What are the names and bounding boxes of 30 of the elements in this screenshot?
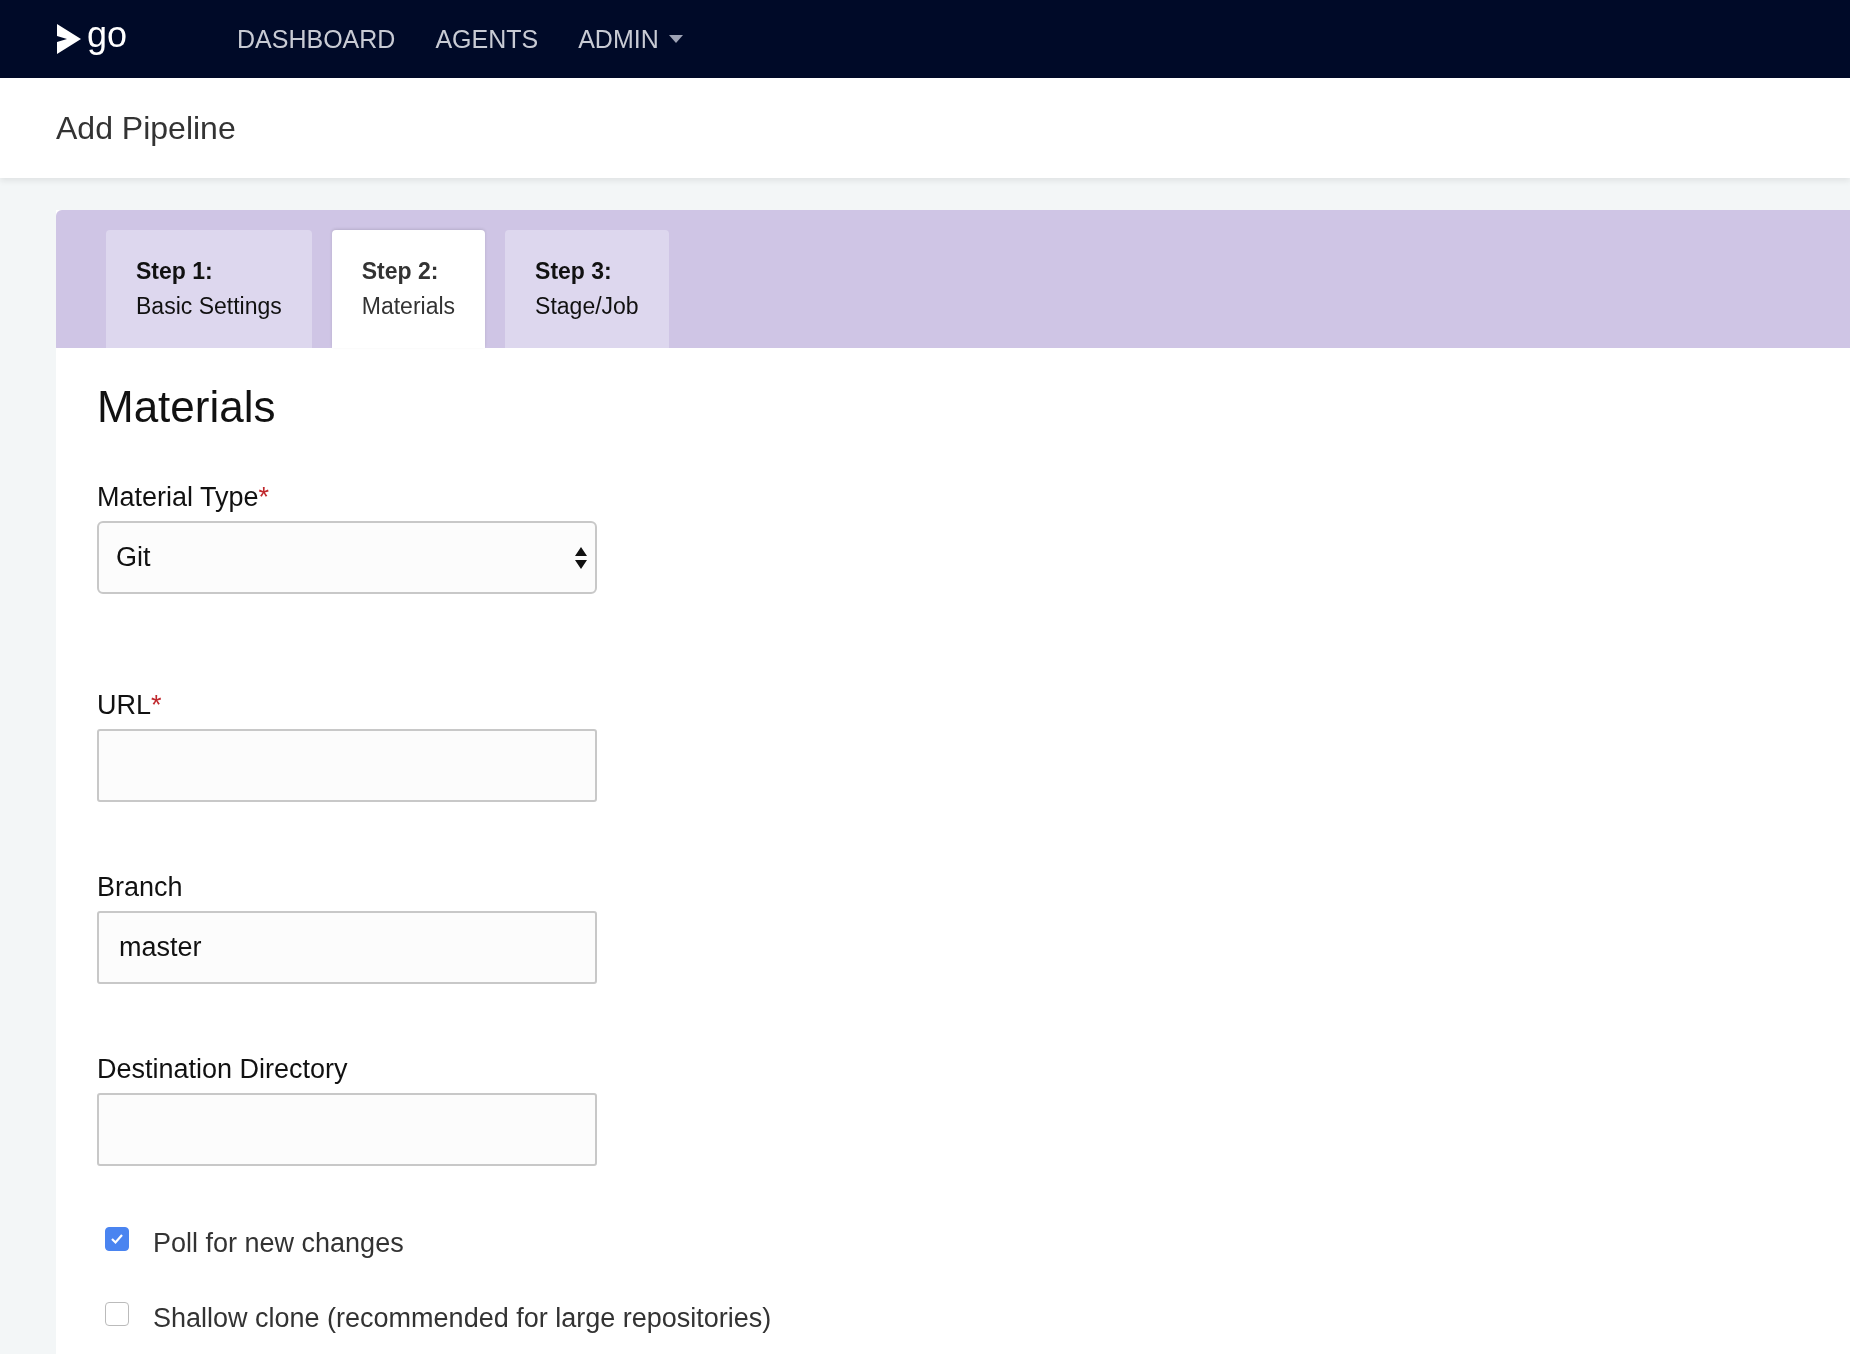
- up-down-arrows-icon: [575, 545, 587, 570]
- tab-step-label: Step 1:: [136, 258, 214, 285]
- checkbox[interactable]: [105, 1226, 129, 1251]
- section-title: Materials: [97, 382, 277, 432]
- play-arrow-icon: [55, 22, 83, 56]
- text-field[interactable]: [97, 1093, 597, 1166]
- nav-link[interactable]: DASHBOARD: [237, 24, 396, 54]
- tab-label: Materials: [361, 293, 456, 320]
- checkbox-label: Poll for new changes: [153, 1228, 404, 1259]
- page-title: Add Pipeline: [56, 109, 236, 147]
- tab-step-label: Step 2:: [361, 258, 440, 285]
- field-label: Destination Directory: [97, 1054, 349, 1085]
- field-label: Material Type*: [97, 482, 271, 513]
- checkmark-icon: [110, 1232, 124, 1245]
- step-tab[interactable]: Step 3: Stage/Job: [505, 230, 669, 348]
- field-label: Branch: [97, 872, 184, 903]
- select-field[interactable]: Git: [97, 521, 597, 594]
- nav-dropdown[interactable]: ADMIN: [578, 24, 683, 54]
- field-label: URL*: [97, 690, 163, 721]
- tab-label: Basic Settings: [136, 293, 282, 320]
- nav-link[interactable]: AGENTS: [435, 24, 539, 54]
- text-field[interactable]: [97, 729, 597, 802]
- tab-step-label: Step 3:: [535, 258, 613, 285]
- tab-label: Stage/Job: [535, 293, 639, 320]
- caret-icon: [668, 35, 683, 43]
- text-field[interactable]: master: [97, 911, 597, 984]
- checkbox[interactable]: [105, 1301, 129, 1326]
- step-tab[interactable]: Step 2: Materials: [331, 230, 486, 348]
- checkbox-label: Shallow clone (recommended for large repositories): [153, 1303, 772, 1334]
- step-tab[interactable]: Step 1: Basic Settings: [106, 230, 312, 348]
